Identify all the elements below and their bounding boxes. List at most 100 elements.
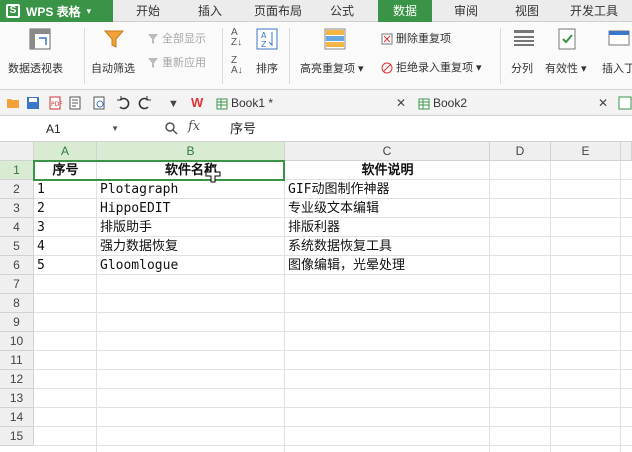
menu-formula[interactable]: 公式: [322, 0, 362, 22]
highlight-duplicates-icon: [324, 28, 346, 50]
table-cell[interactable]: Plotagraph: [97, 180, 178, 199]
insert-dropdown-icon: [608, 30, 630, 46]
table-cell[interactable]: 图像编辑，光晕处理: [285, 256, 405, 275]
table-cell[interactable]: 排版利器: [285, 218, 340, 237]
insert-dropdown-button[interactable]: 插入丁: [602, 60, 632, 76]
table-cell[interactable]: 强力数据恢复: [97, 237, 178, 256]
chevron-down-icon[interactable]: ▼: [111, 119, 119, 139]
pivot-table-button[interactable]: 数据透视表: [8, 60, 63, 76]
open-folder-icon[interactable]: [6, 96, 20, 110]
table-cell[interactable]: 4: [34, 237, 45, 256]
svg-text:Z: Z: [261, 40, 267, 49]
svg-text:PDF: PDF: [51, 101, 62, 108]
cell-c1[interactable]: 软件说明: [285, 161, 490, 180]
doc-tab-book1[interactable]: Book1 * ✕: [216, 93, 406, 115]
table-cell[interactable]: 2: [34, 199, 45, 218]
ribbon: 数据透视表 自动筛选 全部显示 重新应用 A Z↓ Z A↓ A Z 排序 高亮重复…: [0, 22, 632, 90]
row-header[interactable]: 15: [0, 427, 34, 446]
table-cell[interactable]: 排版助手: [97, 218, 152, 237]
app-menu-button[interactable]: S WPS 表格 ▾: [0, 0, 113, 22]
reject-duplicates-button[interactable]: 拒绝录入重复项 ▾: [381, 59, 482, 75]
delete-duplicates-button[interactable]: 删除重复项: [381, 30, 451, 46]
gridline: [34, 369, 632, 370]
menu-data[interactable]: 数据: [378, 0, 432, 22]
table-cell[interactable]: GIF动图制作神器: [285, 180, 389, 199]
spreadsheet-file-icon: [418, 98, 430, 110]
redo-icon[interactable]: [138, 96, 152, 110]
table-cell[interactable]: 系统数据恢复工具: [285, 237, 392, 256]
column-header-e[interactable]: E: [551, 142, 621, 161]
menu-insert[interactable]: 插入: [190, 0, 230, 22]
gridline: [34, 426, 632, 427]
spreadsheet-grid[interactable]: A B C D E 1 2 3 4 5 6 7 8 9 10 11 12 13 …: [0, 142, 632, 452]
save-icon[interactable]: [26, 96, 40, 110]
row-header[interactable]: 6: [0, 256, 34, 275]
menu-home[interactable]: 开始: [128, 0, 168, 22]
column-header-a[interactable]: A: [34, 142, 97, 161]
close-icon[interactable]: ✕: [598, 93, 608, 113]
select-all-corner[interactable]: [0, 142, 34, 161]
table-cell[interactable]: 3: [34, 218, 45, 237]
reapply-button[interactable]: 重新应用: [147, 54, 206, 70]
formula-bar: A1 ▼ fx 序号: [0, 116, 632, 142]
doc-tab-book2[interactable]: Book2 ✕: [418, 93, 614, 115]
wps-home-icon[interactable]: W: [191, 93, 203, 115]
name-box[interactable]: A1 ▼: [0, 119, 125, 139]
table-cell[interactable]: HippoEDIT: [97, 199, 170, 218]
row-header[interactable]: 4: [0, 218, 34, 237]
menu-developer[interactable]: 开发工具: [564, 0, 624, 22]
customize-toolbar-button[interactable]: ▼: [168, 94, 179, 116]
table-cell[interactable]: Gloomlogue: [97, 256, 178, 275]
reject-entry-icon: [381, 62, 393, 74]
row-header[interactable]: 11: [0, 351, 34, 370]
spreadsheet-file-icon[interactable]: [618, 96, 632, 110]
ribbon-divider: [84, 28, 85, 84]
undo-icon[interactable]: [116, 96, 130, 110]
autofilter-button[interactable]: 自动筛选: [91, 60, 135, 76]
print-icon[interactable]: [68, 96, 82, 110]
row-header[interactable]: 8: [0, 294, 34, 313]
svg-text:A: A: [261, 31, 267, 40]
row-header[interactable]: 9: [0, 313, 34, 332]
app-name: WPS 表格: [26, 4, 81, 19]
column-header-c[interactable]: C: [285, 142, 490, 161]
show-all-button[interactable]: 全部显示: [147, 30, 206, 46]
export-pdf-icon[interactable]: PDF: [48, 96, 62, 110]
table-cell[interactable]: 1: [34, 180, 45, 199]
zoom-icon[interactable]: [164, 121, 178, 135]
column-header-b[interactable]: B: [97, 142, 285, 161]
row-header[interactable]: 3: [0, 199, 34, 218]
gridline: [34, 331, 632, 332]
row-header[interactable]: 12: [0, 370, 34, 389]
validity-icon: [558, 28, 576, 50]
sort-az-icon[interactable]: A Z↓: [231, 28, 242, 48]
row-header[interactable]: 10: [0, 332, 34, 351]
menu-review[interactable]: 审阅: [446, 0, 486, 22]
function-icon[interactable]: fx: [188, 119, 200, 134]
table-cell[interactable]: 专业级文本编辑: [285, 199, 379, 218]
table-cell[interactable]: 5: [34, 256, 45, 275]
sort-za-icon[interactable]: Z A↓: [231, 56, 243, 76]
menu-view[interactable]: 视图: [507, 0, 547, 22]
menu-page-layout[interactable]: 页面布局: [248, 0, 308, 22]
ribbon-divider: [289, 28, 290, 84]
row-header[interactable]: 7: [0, 275, 34, 294]
row-header[interactable]: 2: [0, 180, 34, 199]
row-header[interactable]: 1: [0, 161, 34, 180]
validity-button[interactable]: 有效性 ▾: [545, 60, 587, 76]
row-header[interactable]: 13: [0, 389, 34, 408]
row-header[interactable]: 14: [0, 408, 34, 427]
split-button[interactable]: 分列: [511, 60, 533, 76]
formula-input[interactable]: 序号: [230, 119, 256, 139]
gridline: [34, 350, 632, 351]
column-header-f[interactable]: [621, 142, 632, 161]
filter-refresh-icon: [148, 58, 158, 69]
row-header[interactable]: 5: [0, 237, 34, 256]
print-preview-icon[interactable]: [92, 96, 106, 110]
column-header-d[interactable]: D: [490, 142, 551, 161]
filter-icon: [103, 30, 125, 48]
close-icon[interactable]: ✕: [396, 93, 406, 113]
highlight-duplicates-button[interactable]: 高亮重复项 ▾: [300, 60, 364, 76]
gridline: [34, 388, 632, 389]
sort-button[interactable]: 排序: [256, 60, 278, 76]
